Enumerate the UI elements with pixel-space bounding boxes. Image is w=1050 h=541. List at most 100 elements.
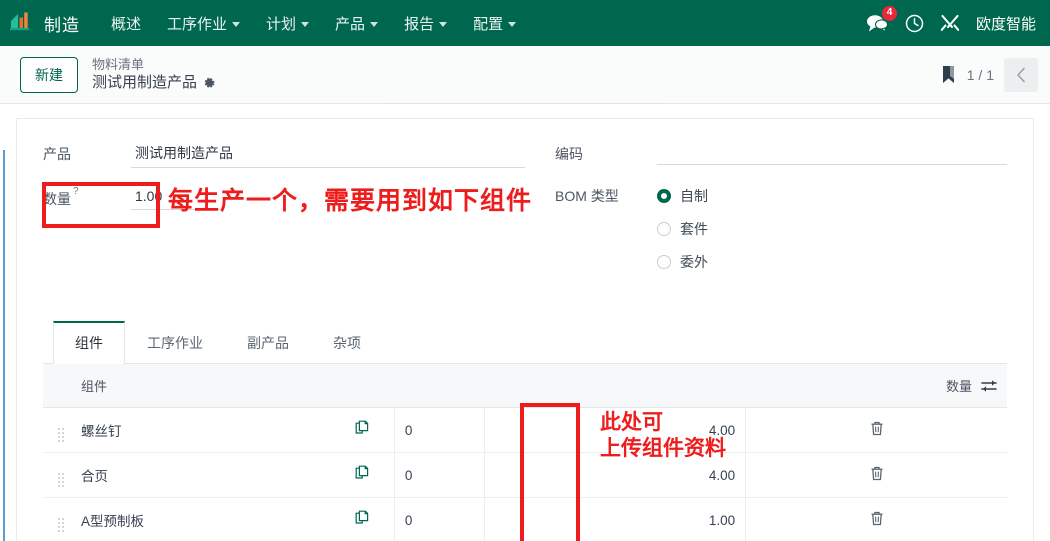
- messages-button[interactable]: 4: [866, 6, 897, 33]
- col-quantity-inner: 数量: [494, 376, 997, 395]
- main-menu: 概述 工序作业 计划 产品 报告 配置: [98, 7, 529, 40]
- field-quantity: 数量 ? 1.00: [43, 186, 525, 210]
- bom-type-radio-group: 自制 套件 委外: [657, 183, 708, 272]
- row-attachment-cell[interactable]: [332, 407, 395, 453]
- chevron-down-icon: [232, 21, 241, 27]
- product-input[interactable]: 测试用制造产品: [131, 141, 525, 168]
- col-attachment: [332, 364, 395, 408]
- breadcrumb-current-label: 测试用制造产品: [92, 74, 198, 92]
- radio-dot-icon: [657, 222, 671, 236]
- clock-icon: [905, 14, 924, 32]
- pager-previous-button[interactable]: [1004, 57, 1038, 92]
- row-zero-value[interactable]: 0: [394, 497, 485, 541]
- col-quantity: 数量: [484, 364, 1007, 408]
- menu-item-overview-label: 概述: [111, 15, 142, 33]
- row-quantity[interactable]: 1.00: [484, 497, 747, 541]
- chevron-down-icon: [370, 21, 379, 27]
- trash-icon: [870, 466, 884, 481]
- row-attachment-cell[interactable]: [332, 452, 395, 498]
- radio-option-manufacture[interactable]: 自制: [657, 186, 708, 206]
- navbar-right-tools: 4 欧度智能: [866, 6, 1036, 34]
- row-attachment-cell[interactable]: [332, 497, 395, 541]
- drag-handle[interactable]: [43, 407, 71, 453]
- record-sheet: 产品 测试用制造产品 数量 ? 1.00 编码 BOM 类型 自制 套件 委外 …: [16, 118, 1034, 541]
- row-component-name[interactable]: 螺丝钉: [71, 407, 333, 453]
- tools-icon: [940, 14, 960, 31]
- form-column-left: 产品 测试用制造产品 数量 ? 1.00: [43, 141, 525, 290]
- menu-item-overview[interactable]: 概述: [98, 7, 154, 40]
- quantity-input[interactable]: 1.00: [131, 186, 219, 210]
- radio-option-subcontract[interactable]: 委外: [657, 252, 708, 272]
- drag-handle[interactable]: [43, 452, 71, 498]
- sheet-wrapper: 产品 测试用制造产品 数量 ? 1.00 编码 BOM 类型 自制 套件 委外 …: [0, 104, 1050, 541]
- radio-option-kit-label: 套件: [680, 221, 708, 237]
- menu-item-planning-label: 计划: [266, 15, 297, 33]
- menu-item-reporting-label: 报告: [404, 15, 435, 33]
- menu-item-products[interactable]: 产品: [322, 7, 391, 40]
- form-column-right: 编码 BOM 类型 自制 套件 委外: [525, 141, 1007, 290]
- tools-button[interactable]: [940, 14, 960, 33]
- menu-item-configuration[interactable]: 配置: [460, 7, 529, 40]
- row-component-name[interactable]: 合页: [71, 452, 333, 498]
- tab-misc[interactable]: 杂项: [311, 321, 383, 364]
- tab-operations[interactable]: 工序作业: [125, 321, 225, 364]
- row-delete-button[interactable]: [745, 407, 1007, 453]
- gear-icon[interactable]: [203, 77, 216, 90]
- components-table-head: 组件 数量: [43, 364, 1007, 408]
- copy-documents-icon[interactable]: [355, 465, 372, 482]
- row-zero-value[interactable]: 0: [394, 407, 485, 453]
- field-bom-type-label: BOM 类型: [555, 188, 619, 204]
- row-quantity[interactable]: 4.00: [484, 452, 747, 498]
- form-grid: 产品 测试用制造产品 数量 ? 1.00 编码 BOM 类型 自制 套件 委外: [43, 141, 1007, 290]
- table-row[interactable]: A型预制板 0 1.00: [43, 497, 1007, 541]
- brand-name: 制造: [44, 15, 80, 35]
- row-delete-button[interactable]: [745, 452, 1007, 498]
- menu-item-planning[interactable]: 计划: [253, 7, 322, 40]
- sliders-icon[interactable]: [981, 379, 997, 393]
- field-product: 产品 测试用制造产品: [43, 141, 525, 168]
- drag-handle-icon: [58, 473, 64, 487]
- brand-home-link[interactable]: 制造: [10, 11, 80, 36]
- menu-item-configuration-label: 配置: [473, 15, 504, 33]
- col-handle: [43, 364, 71, 408]
- help-tooltip-icon[interactable]: ?: [73, 186, 79, 197]
- menu-item-reporting[interactable]: 报告: [391, 7, 460, 40]
- col-zero: [394, 364, 485, 408]
- trash-icon: [870, 421, 884, 436]
- breadcrumb-current: 测试用制造产品: [92, 73, 216, 93]
- menu-item-products-label: 产品: [335, 15, 366, 33]
- col-quantity-label[interactable]: 数量: [946, 376, 972, 395]
- user-menu[interactable]: 欧度智能: [976, 13, 1036, 34]
- bookmark-icon[interactable]: [940, 65, 957, 84]
- menu-item-operations[interactable]: 工序作业: [154, 7, 253, 40]
- row-zero-value[interactable]: 0: [394, 452, 485, 498]
- col-component[interactable]: 组件: [71, 364, 333, 408]
- row-quantity[interactable]: 4.00: [484, 407, 747, 453]
- radio-option-kit[interactable]: 套件: [657, 219, 708, 239]
- messages-badge: 4: [881, 6, 897, 21]
- drag-handle[interactable]: [43, 497, 71, 541]
- row-delete-button[interactable]: [745, 497, 1007, 541]
- tab-byproducts[interactable]: 副产品: [225, 321, 311, 364]
- new-button[interactable]: 新建: [20, 56, 78, 93]
- field-code-label: 编码: [555, 146, 583, 162]
- table-row[interactable]: 螺丝钉 0 4.00: [43, 407, 1007, 453]
- components-table: 组件 数量 螺丝钉 0 4.00 合页 0 4.00 A型预制板 0 1.00: [43, 364, 1007, 541]
- control-panel: 新建 物料清单 测试用制造产品 日程表: [0, 46, 1050, 142]
- chevron-left-icon: [1016, 67, 1025, 82]
- chevron-down-icon: [301, 21, 310, 27]
- chevron-down-icon: [508, 21, 517, 27]
- field-bom-type: BOM 类型 自制 套件 委外: [555, 183, 1007, 272]
- row-component-name[interactable]: A型预制板: [71, 497, 333, 541]
- tab-components[interactable]: 组件: [53, 321, 125, 364]
- field-quantity-label-text: 数量: [43, 191, 71, 207]
- code-input[interactable]: [657, 141, 1007, 165]
- breadcrumb-parent[interactable]: 物料清单: [92, 56, 216, 74]
- chevron-down-icon: [439, 21, 448, 27]
- breadcrumb: 物料清单 测试用制造产品: [92, 56, 216, 94]
- table-row[interactable]: 合页 0 4.00: [43, 452, 1007, 498]
- copy-documents-icon[interactable]: [355, 510, 372, 527]
- activity-button[interactable]: [905, 14, 924, 33]
- menu-item-operations-label: 工序作业: [167, 15, 228, 33]
- copy-documents-icon[interactable]: [355, 420, 372, 437]
